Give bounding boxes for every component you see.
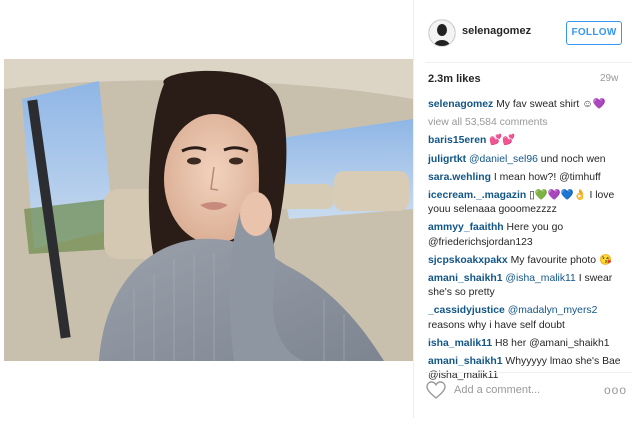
comment-text: und noch wen (540, 153, 606, 165)
post-photo[interactable] (4, 59, 413, 361)
more-options-button[interactable]: ooo (604, 383, 627, 397)
comment-mention[interactable]: @madalyn_myers2 (508, 305, 598, 316)
comment-text: 💕💕 (489, 135, 516, 147)
view-all-comments-link[interactable]: view all 53,584 comments (428, 116, 634, 130)
post-author-username[interactable]: selenagomez (462, 25, 531, 37)
comment-text: reasons why i have self doubt (428, 319, 565, 331)
comment-username[interactable]: juligrtkt (428, 154, 466, 165)
footer-divider (425, 372, 632, 373)
comment-username[interactable]: isha_malik11 (428, 338, 492, 349)
comment-item: _cassidyjustice @madalyn_myers2 reasons … (428, 304, 634, 332)
avatar-image (429, 20, 455, 46)
likes-count[interactable]: 2.3m likes (428, 73, 481, 85)
comment-username[interactable]: icecream._.magazin (428, 190, 526, 201)
comment-username[interactable]: sjcpskoakxpakx (428, 255, 508, 266)
follow-button[interactable]: FOLLOW (566, 21, 622, 45)
caption-username[interactable]: selenagomez (428, 99, 493, 110)
post-side-panel: selenagomez FOLLOW 2.3m likes 29w selena… (413, 0, 640, 418)
selfie-image (4, 59, 413, 361)
post-header: selenagomez FOLLOW (414, 0, 640, 64)
header-divider (425, 62, 632, 63)
comment-username[interactable]: sara.wehling (428, 172, 491, 183)
comment-text: I mean how?! @timhuff (493, 171, 601, 183)
comment-item: amani_shaikh1 Whyyyyy lmao she's Bae @is… (428, 355, 634, 383)
caption-text: My fav sweat shirt ☺💜 (496, 99, 606, 110)
heart-icon (426, 381, 446, 399)
add-comment-input[interactable]: Add a comment... (454, 384, 540, 396)
like-heart-icon[interactable] (426, 381, 446, 399)
comment-username[interactable]: baris15eren (428, 135, 486, 146)
instagram-post-embed: selenagomez FOLLOW 2.3m likes 29w selena… (2, 0, 638, 418)
comment-mention[interactable]: @isha_malik11 (505, 273, 575, 284)
comment-item: sara.wehling I mean how?! @timhuff (428, 171, 634, 185)
caption: selenagomez My fav sweat shirt ☺💜 (428, 98, 634, 112)
comment-text: H8 her @amani_shaikh1 (495, 337, 610, 349)
post-time[interactable]: 29w (600, 73, 618, 84)
comment-mention[interactable]: @daniel_sel96 (469, 154, 538, 165)
comment-text: My favourite photo 😘 (510, 254, 612, 266)
comment-item: juligrtkt @daniel_sel96 und noch wen (428, 153, 634, 167)
comment-username[interactable]: amani_shaikh1 (428, 273, 503, 284)
comment-item: isha_malik11 H8 her @amani_shaikh1 (428, 337, 634, 351)
comment-username[interactable]: ammyy_faaithh (428, 222, 504, 233)
comments-list: selenagomez My fav sweat shirt ☺💜 view a… (428, 98, 634, 387)
comment-item: amani_shaikh1 @isha_malik11 I swear she'… (428, 272, 634, 300)
comment-item: ammyy_faaithh Here you go @friederichsjo… (428, 221, 634, 249)
comment-username[interactable]: amani_shaikh1 (428, 356, 503, 367)
avatar[interactable] (428, 19, 456, 47)
comment-username[interactable]: _cassidyjustice (428, 305, 505, 316)
comment-item: icecream._.magazin ▯💚💜💙👌 I love youu sel… (428, 189, 634, 217)
comment-item: baris15eren 💕💕 (428, 134, 634, 148)
comment-item: sjcpskoakxpakx My favourite photo 😘 (428, 254, 634, 268)
